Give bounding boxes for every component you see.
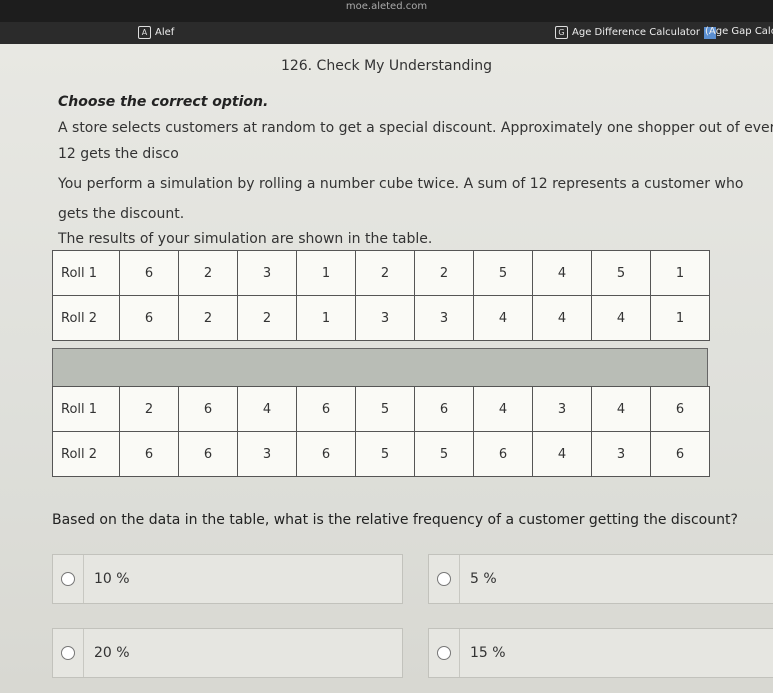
table-cell: 4 <box>532 250 592 296</box>
bookmark-label: Alef <box>155 27 175 38</box>
option-label: 15 % <box>470 645 506 661</box>
option-divider <box>83 629 84 677</box>
table-cell: 4 <box>591 386 651 432</box>
option-label: 5 % <box>470 571 497 587</box>
table-cell: 6 <box>119 431 179 477</box>
table-cell: 2 <box>355 250 415 296</box>
row-label: Roll 2 <box>52 295 120 341</box>
table-cell: 5 <box>355 386 415 432</box>
table-cell: 5 <box>355 431 415 477</box>
option-divider <box>459 629 460 677</box>
table-cell: 3 <box>237 250 297 296</box>
table-cell: 3 <box>532 386 592 432</box>
bookmark-label: Age Difference Calculator <box>572 27 701 38</box>
table-cell: 6 <box>296 386 356 432</box>
page-title: 126. Check My Understanding <box>280 58 493 74</box>
table-cell: 3 <box>414 295 474 341</box>
table-cell: 6 <box>119 295 179 341</box>
table-cell: 6 <box>178 386 238 432</box>
table-cell: 1 <box>296 295 356 341</box>
problem-line-4: gets the discount. <box>58 206 185 222</box>
table-cell: 4 <box>473 295 533 341</box>
table-cell: 6 <box>473 431 533 477</box>
table-cell: 5 <box>473 250 533 296</box>
radio-button[interactable] <box>437 646 451 660</box>
problem-line-1: A store selects customers at random to g… <box>58 120 773 136</box>
table-cell: 2 <box>178 295 238 341</box>
table-row-roll-1: Roll 1 6 2 3 1 2 2 5 4 5 1 <box>52 250 710 296</box>
option-15-percent[interactable]: 15 % <box>428 628 773 678</box>
table-cell: 3 <box>355 295 415 341</box>
radio-button[interactable] <box>61 646 75 660</box>
question-page: 126. Check My Understanding Choose the c… <box>0 44 773 693</box>
simulation-table-1: Roll 1 6 2 3 1 2 2 5 4 5 1 Roll 2 6 2 2 … <box>52 250 710 341</box>
option-5-percent[interactable]: 5 % <box>428 554 773 604</box>
table-cell: 6 <box>178 431 238 477</box>
browser-address-bar[interactable]: moe.aleted.com <box>0 0 773 22</box>
table-cell: 6 <box>119 250 179 296</box>
table-cell: 4 <box>532 431 592 477</box>
table-cell: 6 <box>650 386 710 432</box>
option-10-percent[interactable]: 10 % <box>52 554 403 604</box>
url-text: moe.aleted.com <box>345 1 428 12</box>
table-cell: 3 <box>237 431 297 477</box>
table-row-roll-1: Roll 1 2 6 4 6 5 6 4 3 4 6 <box>52 386 710 432</box>
google-icon: G <box>555 26 568 39</box>
row-label: Roll 1 <box>52 386 120 432</box>
table-cell: 4 <box>473 386 533 432</box>
bookmark-alef[interactable]: A Alef <box>138 26 174 39</box>
problem-line-5: The results of your simulation are shown… <box>58 231 433 247</box>
bookmark-age-gap-calculator[interactable]: (Age Gap Calcu <box>705 26 773 37</box>
table-cell: 6 <box>650 431 710 477</box>
table-cell: 1 <box>296 250 356 296</box>
option-divider <box>83 555 84 603</box>
table-row-roll-2: Roll 2 6 6 3 6 5 5 6 4 3 6 <box>52 431 710 477</box>
bookmark-age-difference-calculator[interactable]: G Age Difference Calculator <box>555 26 717 39</box>
table-cell: 4 <box>237 386 297 432</box>
table-cell: 5 <box>414 431 474 477</box>
alef-icon: A <box>138 26 151 39</box>
row-label: Roll 1 <box>52 250 120 296</box>
table-cell: 6 <box>296 431 356 477</box>
table-cell: 2 <box>119 386 179 432</box>
table-cell: 2 <box>237 295 297 341</box>
question-text: Based on the data in the table, what is … <box>52 512 738 528</box>
table-cell: 2 <box>414 250 474 296</box>
radio-button[interactable] <box>437 572 451 586</box>
bookmark-label: (Age Gap Calcu <box>705 26 773 37</box>
option-20-percent[interactable]: 20 % <box>52 628 403 678</box>
instruction-text: Choose the correct option. <box>58 94 269 110</box>
table-cell: 2 <box>178 250 238 296</box>
problem-line-3: You perform a simulation by rolling a nu… <box>58 176 744 192</box>
option-label: 10 % <box>94 571 130 587</box>
radio-button[interactable] <box>61 572 75 586</box>
simulation-table-2: Roll 1 2 6 4 6 5 6 4 3 4 6 Roll 2 6 6 3 … <box>52 386 710 477</box>
table-row-roll-2: Roll 2 6 2 2 1 3 3 4 4 4 1 <box>52 295 710 341</box>
table-cell: 4 <box>591 295 651 341</box>
row-label: Roll 2 <box>52 431 120 477</box>
table-cell: 1 <box>650 250 710 296</box>
table-cell: 1 <box>650 295 710 341</box>
table-cell: 3 <box>591 431 651 477</box>
table-cell: 4 <box>532 295 592 341</box>
bookmarks-bar: A Alef G Age Difference Calculator (Age … <box>0 22 773 44</box>
table-cell: 5 <box>591 250 651 296</box>
table-cell: 6 <box>414 386 474 432</box>
option-divider <box>459 555 460 603</box>
option-label: 20 % <box>94 645 130 661</box>
problem-line-2: 12 gets the disco <box>58 146 179 162</box>
